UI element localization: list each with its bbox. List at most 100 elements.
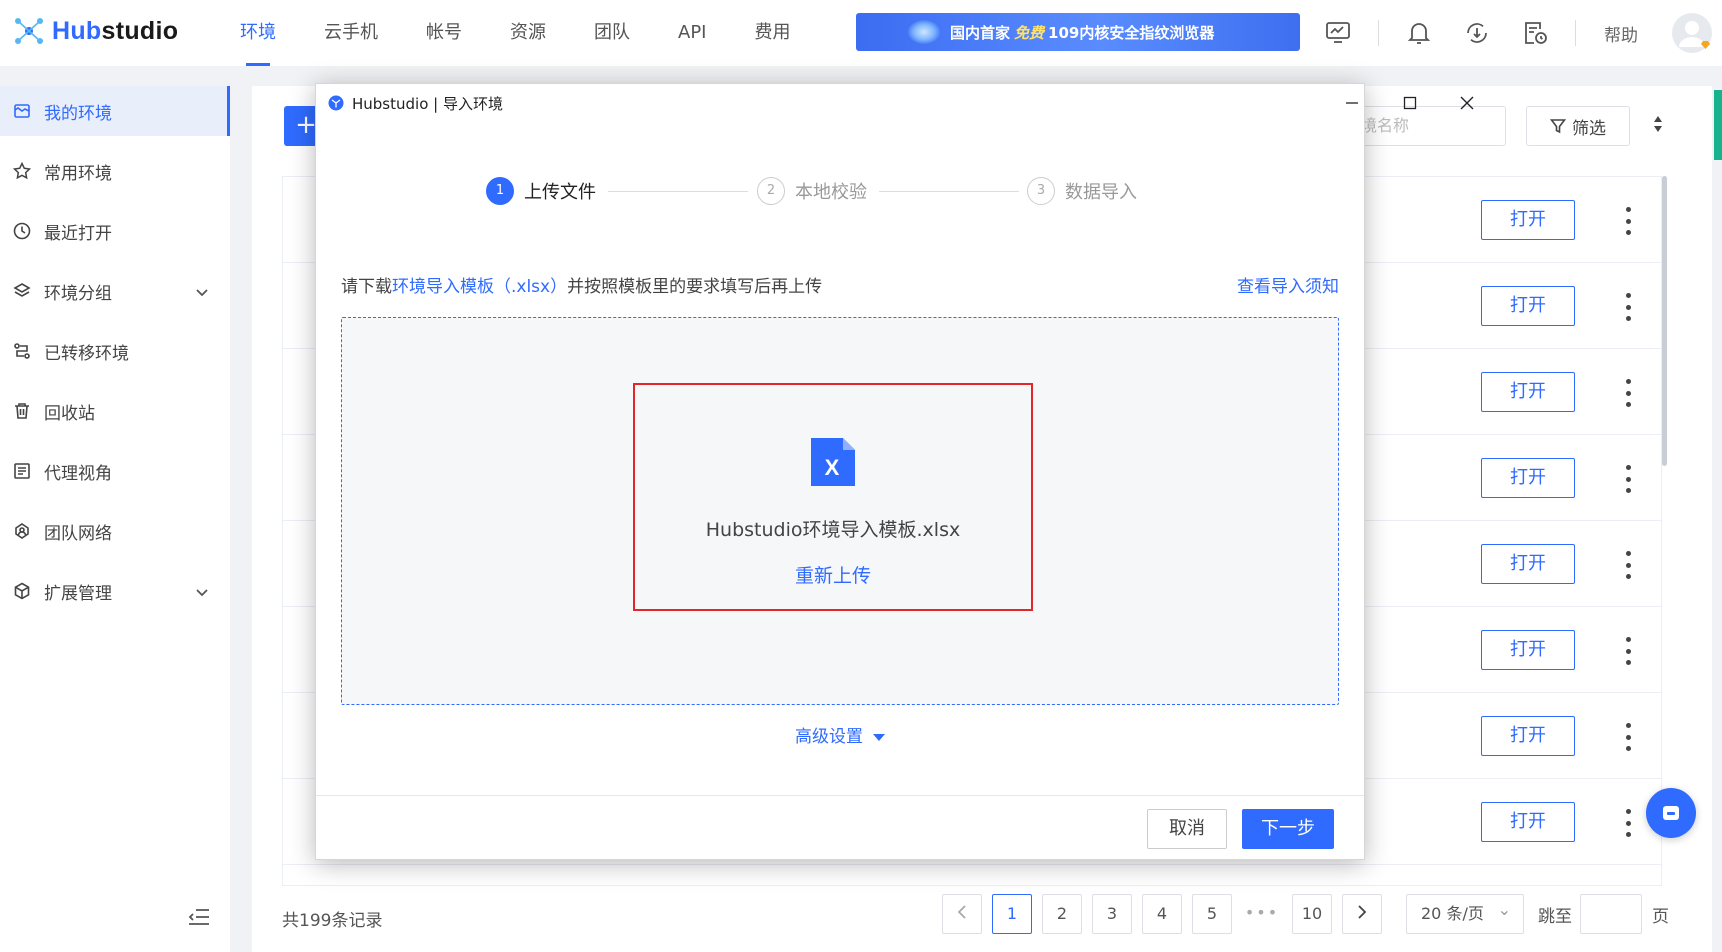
sidebar-item-label: 环境分组: [44, 283, 112, 304]
sidebar-item-team-network[interactable]: 团队网络: [0, 506, 230, 556]
instr-text-post: 并按照模板里的要求填写后再上传: [567, 277, 823, 297]
transfer-icon: [12, 341, 32, 361]
help-link[interactable]: 帮助: [1604, 21, 1638, 46]
filter-button[interactable]: 筛选: [1526, 106, 1630, 146]
import-notice-link[interactable]: 查看导入须知: [1237, 272, 1339, 297]
open-environment-button[interactable]: 打开: [1481, 200, 1575, 240]
import-environment-dialog: Hubstudio | 导入环境 1 上传文件 2 本地校验 3 数据导入 请下…: [315, 83, 1474, 861]
import-steps: 1 上传文件 2 本地校验 3 数据导入: [486, 177, 1206, 207]
nav-tab-resources[interactable]: 资源: [510, 0, 546, 66]
page-button-4[interactable]: 4: [1142, 894, 1182, 934]
nav-tab-team[interactable]: 团队: [594, 0, 630, 66]
sidebar-item-groups[interactable]: 环境分组: [0, 266, 230, 316]
prev-page-button[interactable]: [942, 894, 982, 934]
page-button-2[interactable]: 2: [1042, 894, 1082, 934]
step-number: 1: [486, 177, 514, 205]
open-environment-button[interactable]: 打开: [1481, 372, 1575, 412]
schedule-doc-icon[interactable]: [1517, 15, 1553, 51]
nav-tab-api[interactable]: API: [678, 0, 706, 66]
step-connector: [608, 191, 748, 192]
page-button-10[interactable]: 10: [1292, 894, 1332, 934]
more-actions-icon[interactable]: [1623, 551, 1633, 579]
more-actions-icon[interactable]: [1623, 293, 1633, 321]
sidebar-item-transferred[interactable]: 已转移环境: [0, 326, 230, 376]
open-environment-button[interactable]: 打开: [1481, 802, 1575, 842]
hubstudio-logo[interactable]: Hubstudio: [12, 14, 178, 48]
step-label: 本地校验: [795, 182, 867, 203]
excel-file-icon: X: [811, 438, 855, 486]
dialog-title: Hubstudio | 导入环境: [352, 94, 503, 113]
sidebar-item-recent[interactable]: 最近打开: [0, 206, 230, 256]
advanced-settings-toggle[interactable]: 高级设置: [316, 722, 1364, 747]
chat-support-button[interactable]: [1646, 788, 1696, 838]
open-environment-button[interactable]: 打开: [1481, 544, 1575, 584]
sidebar-item-label: 扩展管理: [44, 583, 112, 604]
open-environment-button[interactable]: 打开: [1481, 286, 1575, 326]
maximize-icon[interactable]: [1397, 90, 1423, 116]
minimize-icon[interactable]: [1339, 90, 1365, 116]
clock-icon: [12, 221, 32, 241]
nav-tab-environment[interactable]: 环境: [240, 0, 276, 66]
bell-icon[interactable]: [1401, 15, 1437, 51]
nav-tab-billing[interactable]: 费用: [754, 0, 790, 66]
close-icon[interactable]: [1454, 90, 1480, 116]
collapse-sidebar-icon[interactable]: [188, 908, 210, 930]
chat-icon: [1663, 806, 1679, 820]
extension-icon: [12, 581, 32, 601]
more-actions-icon[interactable]: [1623, 637, 1633, 665]
jump-page-input[interactable]: [1580, 894, 1642, 934]
page-button-1[interactable]: 1: [992, 894, 1032, 934]
sidebar-item-favorites[interactable]: 常用环境: [0, 146, 230, 196]
page-ellipsis[interactable]: •••: [1242, 894, 1282, 934]
more-actions-icon[interactable]: [1623, 379, 1633, 407]
reupload-link[interactable]: 重新上传: [635, 561, 1031, 588]
nav-tab-accounts[interactable]: 帐号: [426, 0, 462, 66]
sidebar: 我的环境 常用环境 最近打开 环境分组 已转移环境 回收站 代理视角 团队网络 …: [0, 86, 230, 952]
instr-text-pre: 请下载: [341, 277, 392, 297]
next-step-button[interactable]: 下一步: [1242, 809, 1334, 849]
nav-tab-cloud-phone[interactable]: 云手机: [324, 0, 378, 66]
cancel-button[interactable]: 取消: [1147, 809, 1227, 849]
step-connector: [879, 191, 1019, 192]
sort-toggle-icon[interactable]: [1652, 114, 1664, 138]
sidebar-item-proxy-view[interactable]: 代理视角: [0, 446, 230, 496]
sidebar-item-trash[interactable]: 回收站: [0, 386, 230, 436]
step-data-import: 3 数据导入: [1027, 177, 1137, 205]
more-actions-icon[interactable]: [1623, 465, 1633, 493]
table-scrollbar[interactable]: [1662, 176, 1667, 466]
sync-download-icon[interactable]: [1459, 15, 1495, 51]
more-actions-icon[interactable]: [1623, 207, 1633, 235]
monitor-chart-icon[interactable]: [1320, 15, 1356, 51]
banner-text-free: 免费: [1014, 23, 1045, 42]
import-instructions: 请下载环境导入模板（.xlsx）并按照模板里的要求填写后再上传: [341, 272, 822, 297]
step-local-check: 2 本地校验: [757, 177, 867, 205]
avatar[interactable]: [1672, 13, 1712, 53]
trash-icon: [12, 401, 32, 421]
sidebar-item-my-environments[interactable]: 我的环境: [0, 86, 230, 136]
template-download-link[interactable]: 环境导入模板（.xlsx）: [392, 277, 567, 297]
sidebar-item-extensions[interactable]: 扩展管理: [0, 566, 230, 616]
chevron-down-icon[interactable]: [196, 282, 208, 302]
dialog-footer: 取消 下一步: [316, 795, 1364, 861]
open-environment-button[interactable]: 打开: [1481, 630, 1575, 670]
chevron-down-icon[interactable]: [196, 582, 208, 602]
sidebar-item-label: 代理视角: [44, 463, 112, 484]
page-button-3[interactable]: 3: [1092, 894, 1132, 934]
step-number: 2: [757, 177, 785, 205]
more-actions-icon[interactable]: [1623, 809, 1633, 837]
upload-dropzone[interactable]: X Hubstudio环境导入模板.xlsx 重新上传: [341, 317, 1339, 705]
more-actions-icon[interactable]: [1623, 723, 1633, 751]
page-button-5[interactable]: 5: [1192, 894, 1232, 934]
page-size-select[interactable]: 20 条/页: [1406, 891, 1524, 934]
promo-banner[interactable]: 国内首家 免费 109内核安全指纹浏览器: [856, 13, 1300, 51]
open-environment-button[interactable]: 打开: [1481, 716, 1575, 756]
toolbar-divider-2: [1575, 20, 1576, 46]
next-page-button[interactable]: [1342, 894, 1382, 934]
side-drawer-tab[interactable]: [1714, 90, 1722, 160]
sidebar-item-label: 已转移环境: [44, 343, 129, 364]
advanced-settings-label: 高级设置: [795, 727, 863, 747]
open-environment-button[interactable]: 打开: [1481, 458, 1575, 498]
sidebar-item-label: 最近打开: [44, 223, 112, 244]
team-network-icon: [12, 521, 32, 541]
filter-label: 筛选: [1572, 118, 1606, 139]
